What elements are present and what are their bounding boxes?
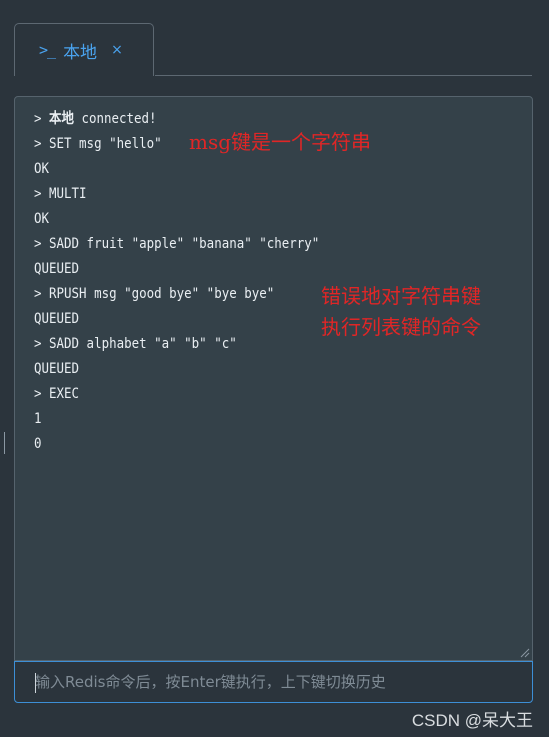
tab-label: 本地 xyxy=(63,42,98,63)
prompt-prefix: > xyxy=(34,236,50,252)
line-text: SET msg "hello" xyxy=(49,136,162,152)
tab-local[interactable]: >_ 本地 × xyxy=(14,23,154,76)
close-icon[interactable]: × xyxy=(111,42,123,58)
console-line: > MULTI xyxy=(34,182,462,207)
connection-name: 本地 xyxy=(49,111,74,127)
panel-edge-marker xyxy=(4,432,5,454)
prompt-prefix: > xyxy=(34,186,50,202)
console-line: 1 xyxy=(34,407,462,432)
tab-bar-divider xyxy=(155,75,532,76)
console-line: > EXEC xyxy=(34,382,462,407)
console-output[interactable]: > 本地 connected! > SET msg "hello" OK > MULT… xyxy=(14,96,533,661)
line-text: RPUSH msg "good bye" "bye bye" xyxy=(49,286,275,302)
console-line: OK xyxy=(34,157,462,182)
console-line: QUEUED xyxy=(34,357,462,382)
line-text: QUEUED xyxy=(34,261,80,277)
line-text: MULTI xyxy=(49,186,87,202)
annotation-error-line1: 错误地对字符串键 xyxy=(321,284,481,308)
line-text: connected! xyxy=(73,111,157,127)
line-text: QUEUED xyxy=(34,361,80,377)
text-cursor xyxy=(35,673,36,693)
resize-grip-icon[interactable] xyxy=(520,648,530,658)
prompt-prefix: > xyxy=(34,111,50,127)
console-line: > SADD fruit "apple" "banana" "cherry" xyxy=(34,232,462,257)
console-line: QUEUED xyxy=(34,257,462,282)
line-text: EXEC xyxy=(49,386,80,402)
prompt-prefix: > xyxy=(34,386,50,402)
command-input[interactable] xyxy=(15,662,532,702)
prompt-prefix: > xyxy=(34,336,50,352)
line-text: OK xyxy=(34,211,50,227)
tab-bar: >_ 本地 × xyxy=(0,0,549,76)
command-input-bar[interactable] xyxy=(14,661,533,703)
annotation-string-key: msg键是一个字符串 xyxy=(189,130,372,154)
console-line: OK xyxy=(34,207,462,232)
prompt-prefix: > xyxy=(34,286,50,302)
line-text: OK xyxy=(34,161,50,177)
console-line: 0 xyxy=(34,432,462,457)
prompt-prefix: > xyxy=(34,136,50,152)
line-text: QUEUED xyxy=(34,311,80,327)
line-text: 0 xyxy=(34,436,42,452)
line-text: 1 xyxy=(34,411,42,427)
terminal-icon: >_ xyxy=(39,41,56,59)
line-text: SADD alphabet "a" "b" "c" xyxy=(49,336,237,352)
annotation-error-line2: 执行列表键的命令 xyxy=(321,315,481,339)
watermark: CSDN @呆大王 xyxy=(411,711,533,730)
line-text: SADD fruit "apple" "banana" "cherry" xyxy=(49,236,320,252)
